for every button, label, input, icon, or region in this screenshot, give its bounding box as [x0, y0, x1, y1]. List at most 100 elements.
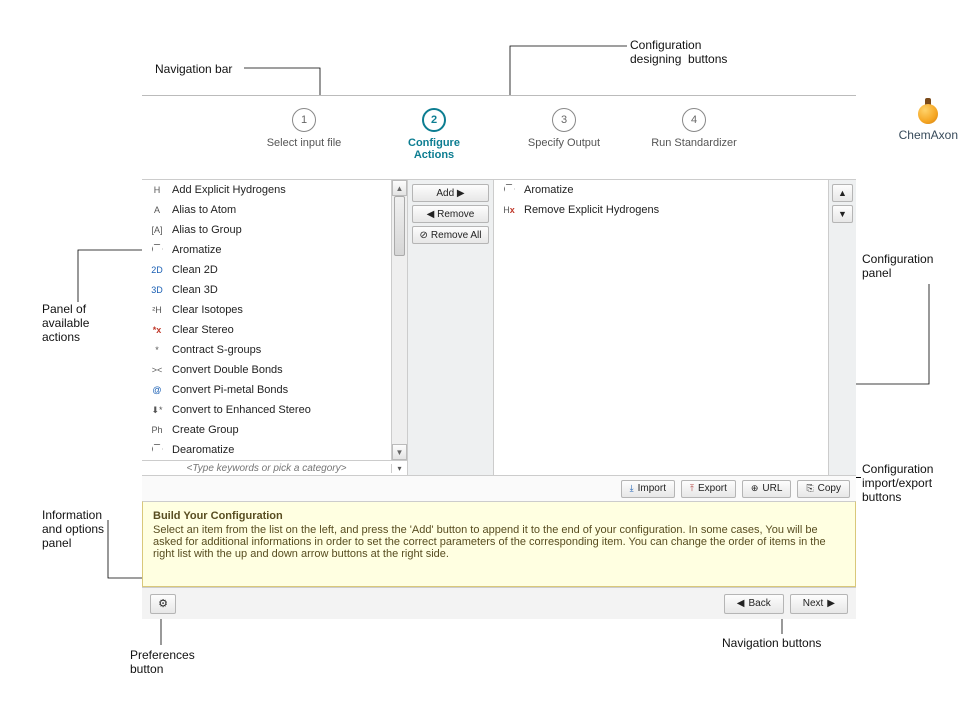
- hexagon-icon: [148, 244, 166, 257]
- available-actions-list[interactable]: H Add Explicit Hydrogens A Alias to Atom […: [142, 180, 391, 460]
- filter-input[interactable]: [142, 463, 391, 474]
- hexagon-icon: [500, 184, 518, 197]
- info-body: Select an item from the list on the left…: [153, 524, 845, 560]
- add-button[interactable]: Add ▶: [412, 184, 489, 202]
- action-dearomatize[interactable]: Dearomatize: [142, 440, 391, 460]
- action-aromatize[interactable]: Aromatize: [142, 240, 391, 260]
- action-alias-to-group[interactable]: [A] Alias to Group: [142, 220, 391, 240]
- star-icon: *: [148, 345, 166, 355]
- scroll-track[interactable]: [392, 196, 407, 444]
- copy-label: Copy: [818, 483, 841, 494]
- filter-row: ▾: [142, 460, 407, 475]
- footer: ⚙ ◀Back Next▶: [142, 587, 856, 619]
- no-icon: ⊘: [420, 230, 428, 241]
- annotation-config-panel: Configuration panel: [862, 252, 933, 280]
- ph-icon: Ph: [148, 425, 166, 435]
- annotation-info-options: Information and options panel: [42, 508, 104, 550]
- available-actions-panel: H Add Explicit Hydrogens A Alias to Atom […: [142, 180, 408, 475]
- a-bracket-icon: [A]: [148, 225, 166, 235]
- h-icon: H: [148, 185, 166, 195]
- action-label: Convert to Enhanced Stereo: [172, 404, 311, 416]
- action-clean-2d[interactable]: 2DClean 2D: [142, 260, 391, 280]
- filter-dropdown-icon[interactable]: ▾: [391, 464, 407, 473]
- nav-buttons: ◀Back Next▶: [724, 594, 848, 614]
- url-label: URL: [762, 483, 782, 494]
- preferences-button[interactable]: ⚙: [150, 594, 176, 614]
- isotope-icon: ²H: [148, 305, 166, 315]
- action-label: Contract S-groups: [172, 344, 261, 356]
- config-label: Remove Explicit Hydrogens: [524, 204, 659, 216]
- a-icon: A: [148, 205, 166, 215]
- scrollbar-vertical[interactable]: ▲ ▼: [391, 180, 407, 460]
- action-add-explicit-hydrogens[interactable]: H Add Explicit Hydrogens: [142, 180, 391, 200]
- double-bond-icon: ><: [148, 365, 166, 375]
- step-3[interactable]: 3 Specify Output: [519, 108, 609, 161]
- action-contract-sgroups[interactable]: * Contract S-groups: [142, 340, 391, 360]
- import-button[interactable]: ⤓Import: [621, 480, 675, 498]
- info-title: Build Your Configuration: [153, 510, 845, 522]
- step-1[interactable]: 1 Select input file: [259, 108, 349, 161]
- configured-remove-explicit-h[interactable]: Hx Remove Explicit Hydrogens: [494, 200, 828, 220]
- 3d-icon: 3D: [148, 285, 166, 295]
- move-up-button[interactable]: ▲: [832, 184, 853, 202]
- action-label: Dearomatize: [172, 444, 234, 456]
- import-label: Import: [638, 483, 666, 494]
- step-4-label: Run Standardizer: [649, 137, 739, 149]
- action-convert-enhanced-stereo[interactable]: ⬇* Convert to Enhanced Stereo: [142, 400, 391, 420]
- hx-icon: Hx: [500, 205, 518, 215]
- remove-button[interactable]: ◀ Remove: [412, 205, 489, 223]
- action-label: Alias to Atom: [172, 204, 236, 216]
- 2d-icon: 2D: [148, 265, 166, 275]
- action-convert-double-bonds[interactable]: >< Convert Double Bonds: [142, 360, 391, 380]
- annotation-nav-bar: Navigation bar: [155, 62, 232, 76]
- configured-aromatize[interactable]: Aromatize: [494, 180, 828, 200]
- next-button[interactable]: Next▶: [790, 594, 848, 614]
- step-1-circle: 1: [292, 108, 316, 132]
- brand-name: ChemAxon: [899, 128, 958, 142]
- enhanced-stereo-icon: ⬇*: [148, 405, 166, 416]
- brand-logo-icon: [914, 98, 942, 126]
- hexagon-icon: [148, 444, 166, 457]
- scroll-up-icon[interactable]: ▲: [392, 180, 407, 196]
- action-alias-to-atom[interactable]: A Alias to Atom: [142, 200, 391, 220]
- annotation-io-buttons: Configuration import/export buttons: [862, 462, 933, 504]
- configured-actions-list[interactable]: Aromatize Hx Remove Explicit Hydrogens: [494, 180, 828, 475]
- action-label: Create Group: [172, 424, 239, 436]
- action-convert-pi-metal[interactable]: @Convert Pi-metal Bonds: [142, 380, 391, 400]
- url-button[interactable]: ⊕URL: [742, 480, 792, 498]
- gear-icon: ⚙: [158, 597, 168, 610]
- step-3-label: Specify Output: [519, 137, 609, 149]
- reorder-panel: ▲ ▼: [828, 180, 856, 475]
- step-2[interactable]: 2 Configure Actions: [389, 108, 479, 161]
- step-2-label: Configure Actions: [389, 137, 479, 161]
- action-clear-isotopes[interactable]: ²H Clear Isotopes: [142, 300, 391, 320]
- triangle-right-icon: ▶: [827, 598, 835, 609]
- stereo-x-icon: *x: [148, 325, 166, 335]
- copy-button[interactable]: ⎘Copy: [797, 480, 850, 498]
- action-label: Aromatize: [172, 244, 222, 256]
- annotation-config-designing: Configuration designing buttons: [630, 38, 727, 66]
- action-label: Convert Double Bonds: [172, 364, 283, 376]
- move-down-button[interactable]: ▼: [832, 205, 853, 223]
- action-label: Clear Isotopes: [172, 304, 243, 316]
- action-create-group[interactable]: Ph Create Group: [142, 420, 391, 440]
- back-button[interactable]: ◀Back: [724, 594, 784, 614]
- action-clear-stereo[interactable]: *xClear Stereo: [142, 320, 391, 340]
- scroll-thumb[interactable]: [394, 196, 405, 256]
- back-label: Back: [749, 598, 771, 609]
- step-4[interactable]: 4 Run Standardizer: [649, 108, 739, 161]
- action-label: Add Explicit Hydrogens: [172, 184, 286, 196]
- step-1-label: Select input file: [259, 137, 349, 149]
- remove-all-button[interactable]: ⊘Remove All: [412, 226, 489, 244]
- annotation-panel-actions: Panel of available actions: [42, 302, 89, 344]
- main-row: H Add Explicit Hydrogens A Alias to Atom […: [142, 179, 856, 475]
- action-label: Clean 3D: [172, 284, 218, 296]
- action-clean-3d[interactable]: 3D Clean 3D: [142, 280, 391, 300]
- url-icon: ⊕: [751, 483, 759, 494]
- wizard-stepper: 1 Select input file 2 Configure Actions …: [142, 96, 856, 179]
- config-label: Aromatize: [524, 184, 574, 196]
- export-button[interactable]: ⤒Export: [681, 480, 736, 498]
- scroll-down-icon[interactable]: ▼: [392, 444, 407, 460]
- info-panel: Build Your Configuration Select an item …: [142, 501, 856, 587]
- action-label: Alias to Group: [172, 224, 242, 236]
